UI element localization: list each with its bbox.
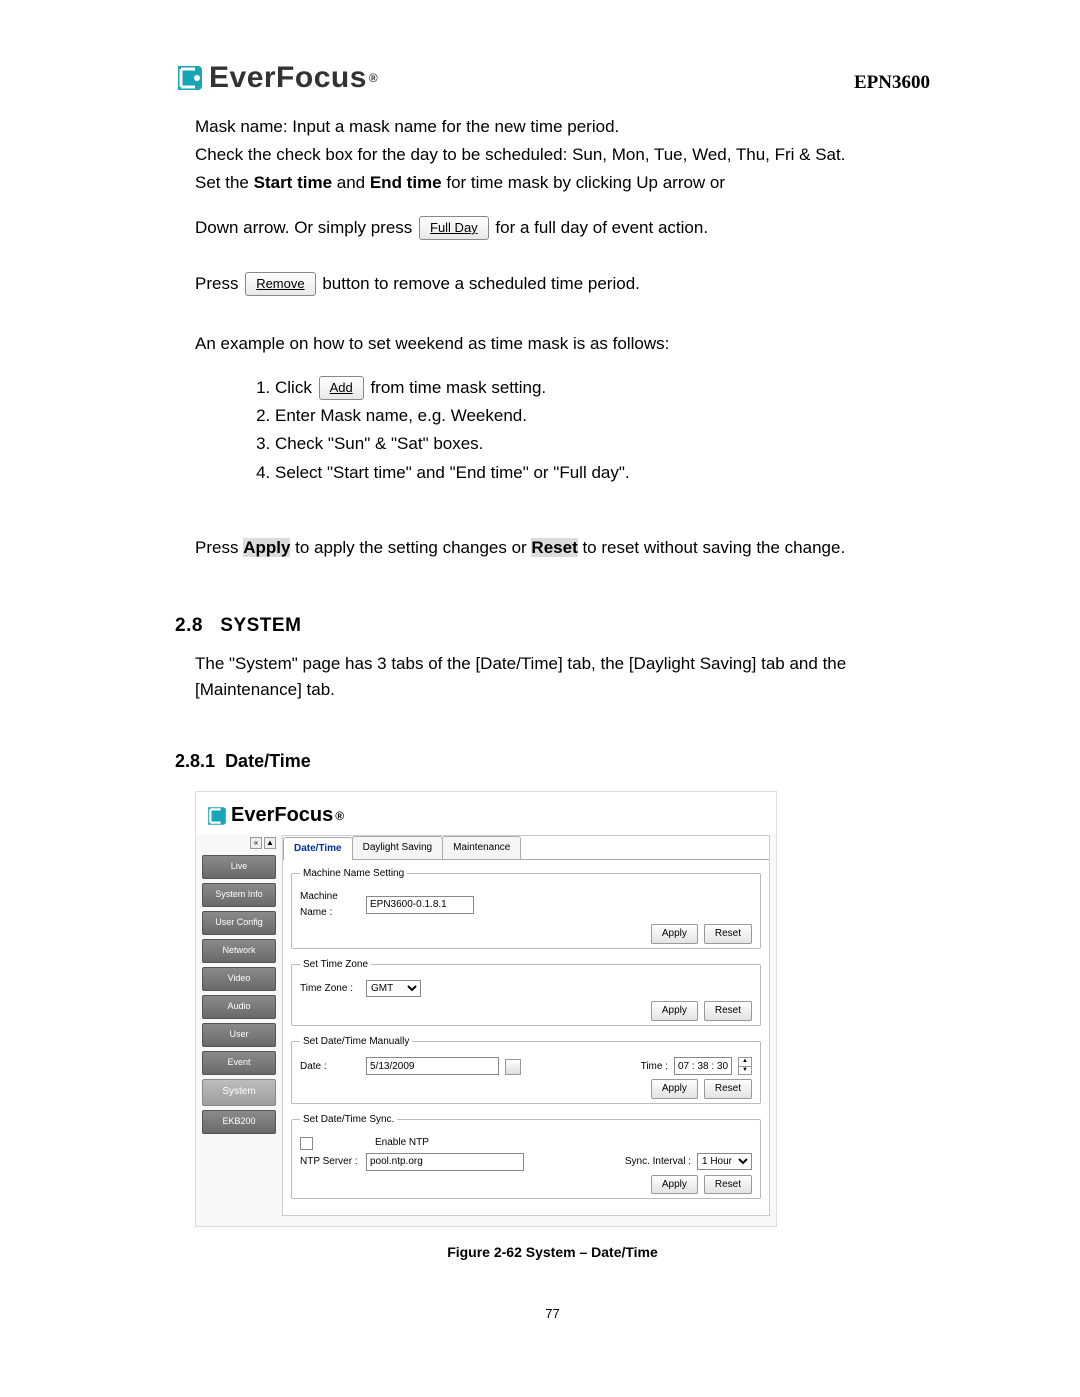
up-icon[interactable]: ▲ — [264, 837, 276, 849]
full-day-button[interactable]: Full Day — [419, 216, 489, 240]
enable-ntp-checkbox[interactable] — [300, 1137, 313, 1150]
registered-mark: ® — [369, 69, 378, 88]
document-page: EverFocus® EPN3600 Mask name: Input a ma… — [0, 0, 1080, 1374]
sidebar-item-audio[interactable]: Audio — [202, 995, 276, 1019]
sidebar-item-user-config[interactable]: User Config — [202, 911, 276, 935]
para-start-end: Set the Start time and End time for time… — [195, 170, 930, 196]
sidebar-item-event[interactable]: Event — [202, 1051, 276, 1075]
enable-ntp-label: Enable NTP — [375, 1135, 429, 1151]
step-1: Click Add from time mask setting. — [275, 375, 930, 401]
brand-logo: EverFocus® — [175, 55, 378, 102]
everfocus-icon — [175, 63, 205, 93]
reset-highlight: Reset — [531, 538, 577, 557]
legend-machine-name: Machine Name Setting — [300, 866, 407, 882]
legend-time-zone: Set Time Zone — [300, 957, 371, 973]
reset-button[interactable]: Reset — [704, 924, 752, 944]
ntp-server-label: NTP Server : — [300, 1154, 360, 1170]
para-checkbox: Check the check box for the day to be sc… — [195, 142, 930, 168]
tabs: Date/Time Daylight Saving Maintenance — [283, 836, 769, 860]
time-zone-label: Time Zone : — [300, 981, 360, 997]
time-spinner[interactable]: ▲▼ — [738, 1057, 752, 1075]
apply-button[interactable]: Apply — [651, 1079, 698, 1099]
para-mask-name: Mask name: Input a mask name for the new… — [195, 114, 930, 140]
sidebar-item-system-info[interactable]: System Info — [202, 883, 276, 907]
shot-brand-logo: EverFocus® — [196, 792, 776, 835]
legend-date-time-manual: Set Date/Time Manually — [300, 1034, 412, 1050]
para-full-day: Down arrow. Or simply press Full Day for… — [195, 215, 930, 241]
section-2-8-heading: 2.8 SYSTEM — [175, 611, 930, 640]
date-label: Date : — [300, 1059, 360, 1075]
tab-date-time[interactable]: Date/Time — [283, 837, 353, 860]
sidebar-item-user[interactable]: User — [202, 1023, 276, 1047]
section-2-8-1-heading: 2.8.1 Date/Time — [175, 748, 930, 776]
step-4: Select "Start time" and "End time" or "F… — [275, 460, 930, 486]
reset-button[interactable]: Reset — [704, 1001, 752, 1021]
system-datetime-screenshot: EverFocus® « ▲ Live System Info User Con… — [195, 791, 777, 1227]
sidebar-item-live[interactable]: Live — [202, 855, 276, 879]
apply-button[interactable]: Apply — [651, 924, 698, 944]
sync-interval-select[interactable]: 1 Hour — [697, 1153, 752, 1170]
fieldset-date-time-manual: Set Date/Time Manually Date : Time : ▲▼ … — [291, 1034, 761, 1104]
sidebar-item-network[interactable]: Network — [202, 939, 276, 963]
apply-button[interactable]: Apply — [651, 1001, 698, 1021]
body-text: Mask name: Input a mask name for the new… — [195, 114, 930, 562]
para-apply-reset: Press Apply to apply the setting changes… — [195, 535, 930, 561]
para-remove: Press Remove button to remove a schedule… — [195, 271, 930, 297]
machine-name-input[interactable] — [366, 896, 474, 914]
calendar-icon[interactable] — [505, 1059, 521, 1075]
brand-text: EverFocus — [209, 55, 367, 102]
sidebar-item-ekb200[interactable]: EKB200 — [202, 1110, 276, 1134]
add-button[interactable]: Add — [319, 376, 364, 400]
time-zone-select[interactable]: GMT — [366, 980, 421, 997]
fieldset-time-zone: Set Time Zone Time Zone : GMT Apply Rese… — [291, 957, 761, 1026]
time-label: Time : — [641, 1059, 668, 1075]
tab-daylight-saving[interactable]: Daylight Saving — [352, 836, 443, 859]
sidebar: « ▲ Live System Info User Config Network… — [202, 835, 276, 1216]
sync-interval-label: Sync. Interval : — [625, 1154, 691, 1170]
reset-button[interactable]: Reset — [704, 1079, 752, 1099]
remove-button[interactable]: Remove — [245, 272, 315, 296]
example-steps: Click Add from time mask setting. Enter … — [245, 375, 930, 486]
figure-caption: Figure 2-62 System – Date/Time — [175, 1242, 930, 1264]
time-input[interactable] — [674, 1057, 732, 1075]
apply-button[interactable]: Apply — [651, 1175, 698, 1195]
fieldset-machine-name: Machine Name Setting Machine Name : Appl… — [291, 866, 761, 949]
section-2-8-body: The "System" page has 3 tabs of the [Dat… — [195, 651, 930, 704]
machine-name-label: Machine Name : — [300, 889, 360, 920]
sidebar-item-video[interactable]: Video — [202, 967, 276, 991]
apply-highlight: Apply — [243, 538, 290, 557]
tab-maintenance[interactable]: Maintenance — [442, 836, 521, 859]
page-number: 77 — [175, 1304, 930, 1324]
sidebar-controls: « ▲ — [202, 837, 276, 849]
sidebar-item-system[interactable]: System — [202, 1079, 276, 1106]
main-panel: Date/Time Daylight Saving Maintenance Ma… — [282, 835, 770, 1216]
ntp-server-input[interactable] — [366, 1153, 524, 1171]
step-2: Enter Mask name, e.g. Weekend. — [275, 403, 930, 429]
collapse-icon[interactable]: « — [250, 837, 262, 849]
reset-button[interactable]: Reset — [704, 1175, 752, 1195]
everfocus-icon — [206, 805, 228, 827]
model-number: EPN3600 — [854, 68, 930, 101]
page-header: EverFocus® EPN3600 — [175, 55, 930, 102]
date-input[interactable] — [366, 1057, 499, 1075]
legend-date-time-sync: Set Date/Time Sync. — [300, 1112, 397, 1128]
para-example: An example on how to set weekend as time… — [195, 331, 930, 357]
step-3: Check "Sun" & "Sat" boxes. — [275, 431, 930, 457]
fieldset-date-time-sync: Set Date/Time Sync. Enable NTP NTP Serve… — [291, 1112, 761, 1200]
